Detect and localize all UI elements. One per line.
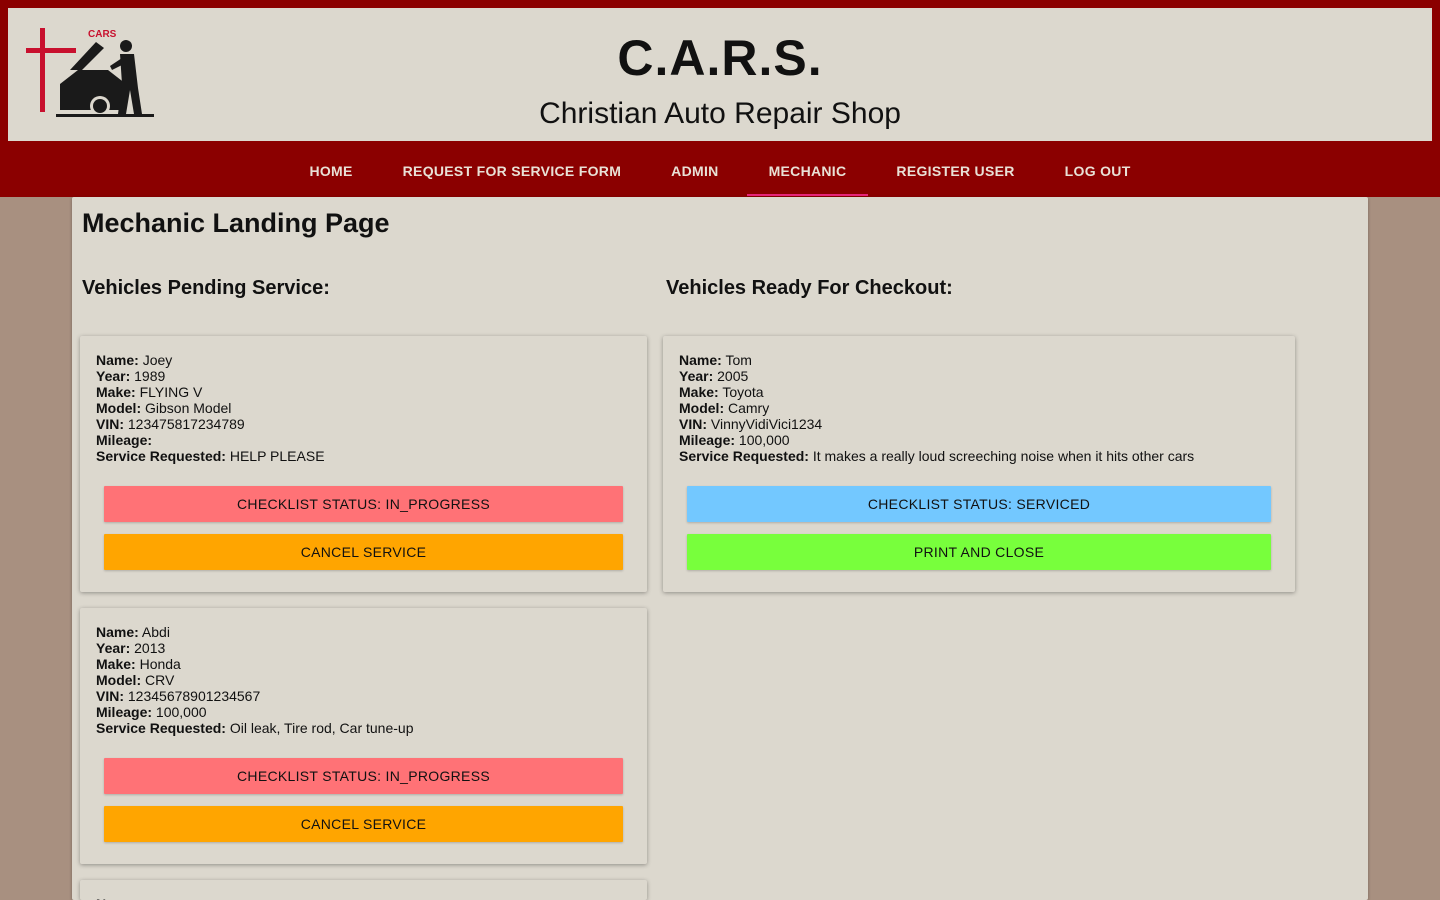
top-bar: CARS C.A.R.S. Christian Auto Repair Shop…: [0, 0, 1440, 197]
nav-register-user[interactable]: REGISTER USER: [874, 148, 1036, 196]
vehicle-model: Model: CRV: [96, 672, 175, 688]
checklist-status-button[interactable]: CHECKLIST STATUS: IN_PROGRESS: [104, 486, 623, 522]
nav-home[interactable]: HOME: [287, 148, 374, 196]
vehicle-year: Year: 1989: [96, 368, 166, 384]
vehicle-details: Name: Joey Year: 1989 Make: FLYING V Mod…: [96, 352, 325, 464]
vehicle-make: Make: FLYING V: [96, 384, 203, 400]
main-nav: HOME REQUEST FOR SERVICE FORM ADMIN MECH…: [0, 148, 1440, 197]
vehicle-service-requested: Service Requested: It makes a really lou…: [679, 448, 1195, 464]
vehicle-model: Model: Camry: [679, 400, 770, 416]
main-content: Mechanic Landing Page Vehicles Pending S…: [72, 197, 1368, 900]
page-title: Mechanic Landing Page: [82, 208, 390, 238]
vehicle-mileage: Mileage:: [96, 432, 153, 448]
vehicle-year: Year: 2013: [96, 640, 166, 656]
nav-admin[interactable]: ADMIN: [649, 148, 740, 196]
checklist-status-button[interactable]: CHECKLIST STATUS: IN_PROGRESS: [104, 758, 623, 794]
vehicle-make: Make: Honda: [96, 656, 181, 672]
nav-mechanic[interactable]: MECHANIC: [746, 148, 869, 196]
vehicle-name: Name:: [96, 896, 139, 900]
site-title: C.A.R.S.: [617, 30, 823, 86]
header-banner: CARS C.A.R.S. Christian Auto Repair Shop: [8, 8, 1432, 141]
vehicle-details: Name: Tom Year: 2005 Make: Toyota Model:…: [679, 352, 1194, 464]
ready-vehicle-card: Name: Tom Year: 2005 Make: Toyota Model:…: [663, 336, 1295, 592]
vehicle-make: Make: Toyota: [679, 384, 764, 400]
vehicle-details: Name: Abdi Year: 2013 Make: Honda Model:…: [96, 624, 413, 736]
nav-request-service-form[interactable]: REQUEST FOR SERVICE FORM: [381, 148, 644, 196]
site-subtitle: Christian Auto Repair Shop: [539, 97, 901, 130]
vehicle-model: Model: Gibson Model: [96, 400, 232, 416]
ready-section-title: Vehicles Ready For Checkout:: [666, 277, 953, 299]
vehicle-year: Year: 2005: [679, 368, 749, 384]
vehicle-service-requested: Service Requested: HELP PLEASE: [96, 448, 325, 464]
checklist-status-button[interactable]: CHECKLIST STATUS: SERVICED: [687, 486, 1271, 522]
vehicle-service-requested: Service Requested: Oil leak, Tire rod, C…: [96, 720, 414, 736]
vehicle-name: Name: Tom: [679, 352, 752, 368]
print-and-close-button[interactable]: PRINT AND CLOSE: [687, 534, 1271, 570]
nav-log-out[interactable]: LOG OUT: [1043, 148, 1153, 196]
vehicle-name: Name: Joey: [96, 352, 173, 368]
vehicle-mileage: Mileage: 100,000: [679, 432, 790, 448]
vehicle-vin: VIN: VinnyVidiVici1234: [679, 416, 823, 432]
vehicle-vin: VIN: 12345678901234567: [96, 688, 261, 704]
vehicle-mileage: Mileage: 100,000: [96, 704, 207, 720]
pending-section-title: Vehicles Pending Service:: [82, 277, 330, 299]
cancel-service-button[interactable]: CANCEL SERVICE: [104, 534, 623, 570]
vehicle-details: Name:: [96, 896, 139, 900]
vehicle-name: Name: Abdi: [96, 624, 170, 640]
vehicle-vin: VIN: 123475817234789: [96, 416, 245, 432]
pending-vehicle-card: Name:: [80, 880, 647, 900]
cancel-service-button[interactable]: CANCEL SERVICE: [104, 806, 623, 842]
pending-vehicle-card: Name: Joey Year: 1989 Make: FLYING V Mod…: [80, 336, 647, 592]
pending-vehicle-card: Name: Abdi Year: 2013 Make: Honda Model:…: [80, 608, 647, 864]
